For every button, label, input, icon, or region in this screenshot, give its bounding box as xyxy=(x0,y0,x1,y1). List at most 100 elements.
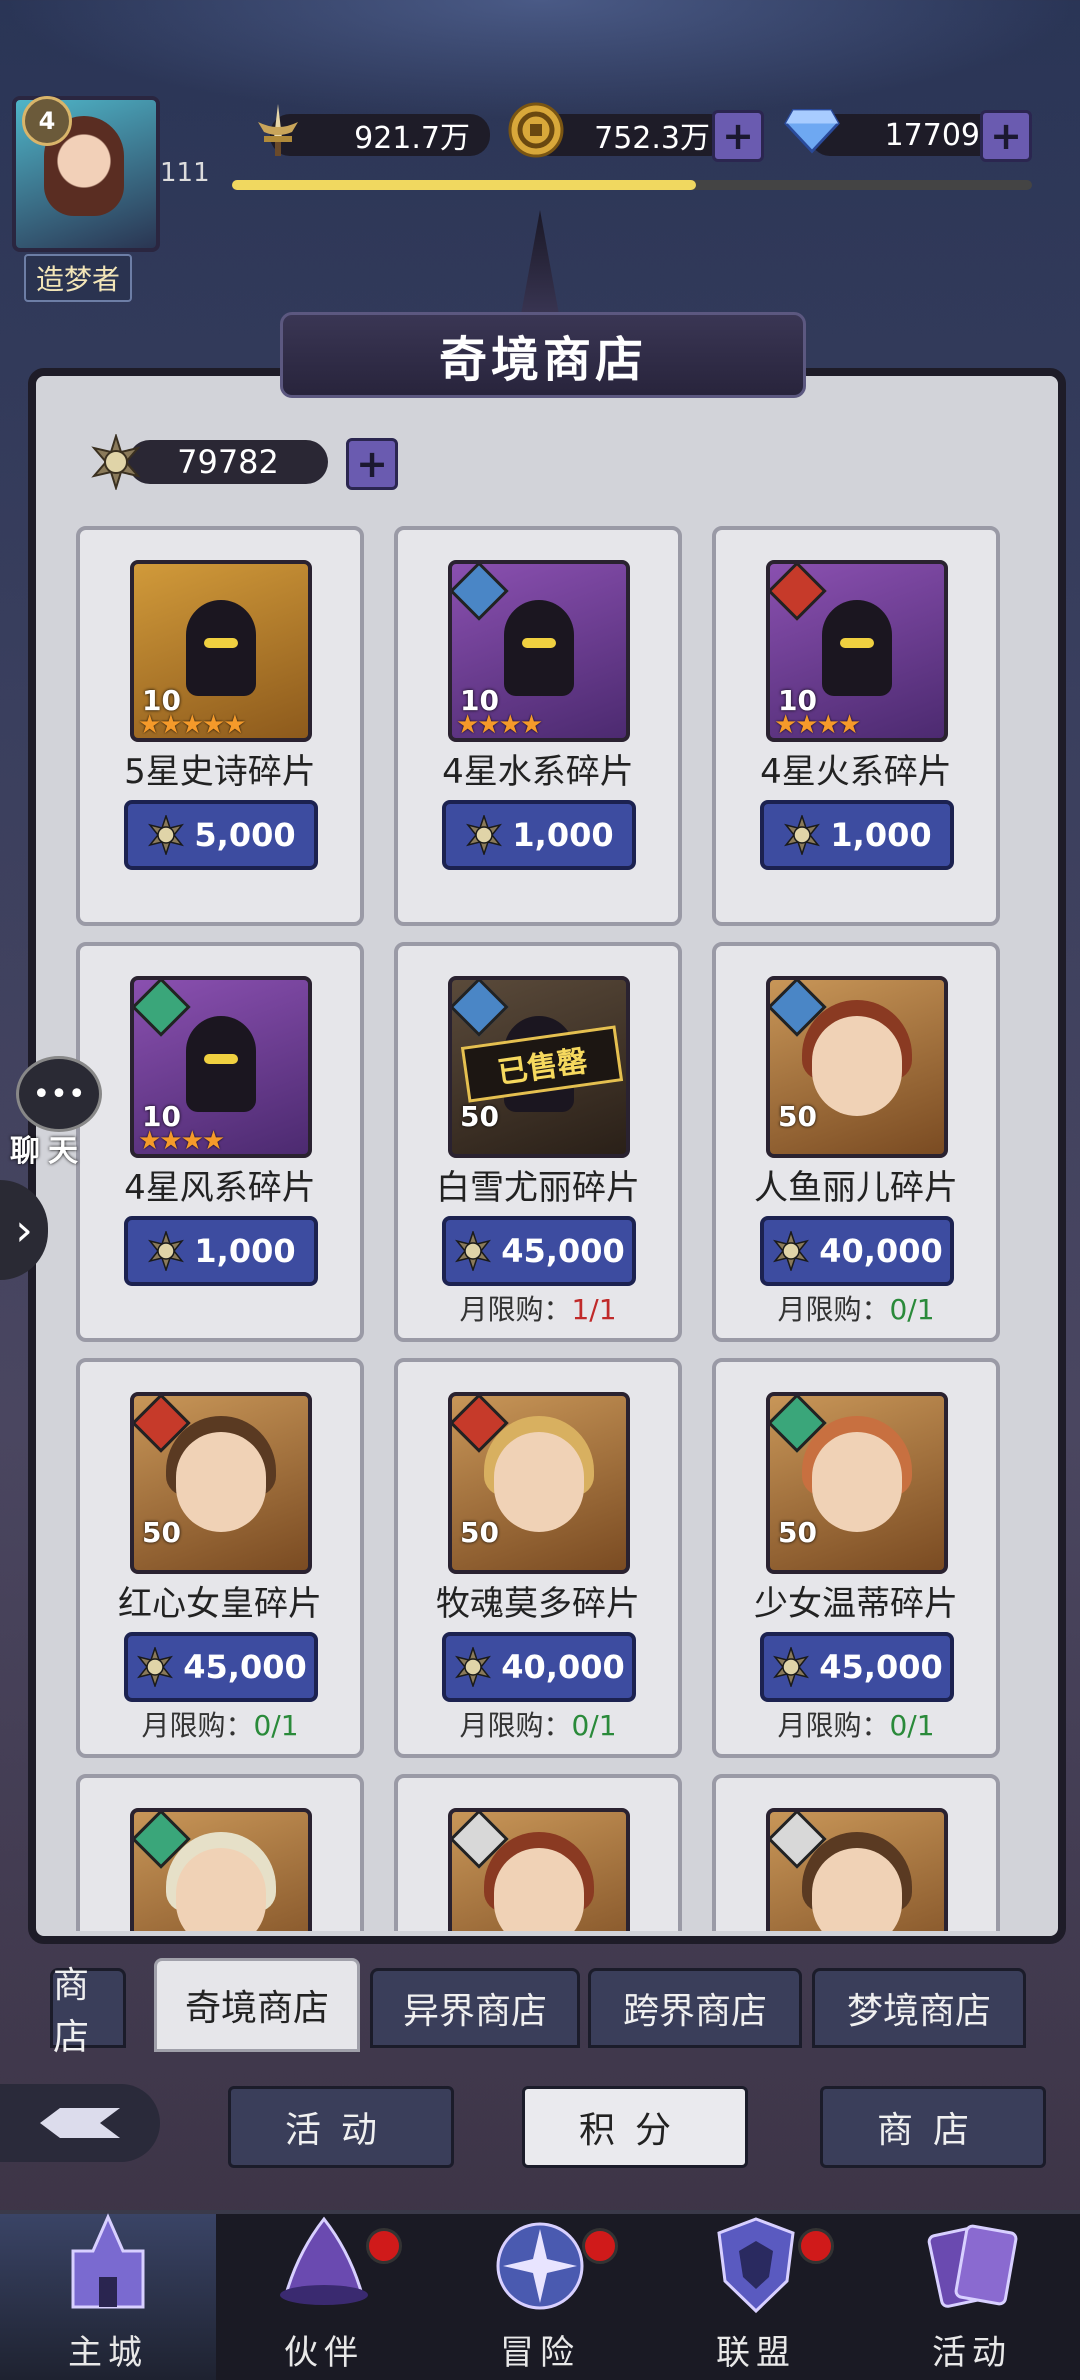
hood-eyes xyxy=(522,638,556,648)
chat-button[interactable]: ••• 聊天 xyxy=(6,1056,102,1169)
sword-icon xyxy=(250,102,306,158)
chevron-right-icon: › xyxy=(15,1204,33,1256)
wonder-coin-icon xyxy=(773,1647,810,1687)
subnav-button-1[interactable]: 积分 xyxy=(522,2086,748,2168)
monthly-limit: 月限购：0/1 xyxy=(398,1704,678,1744)
buy-button[interactable]: 45,000 xyxy=(124,1632,318,1702)
nav-item-0[interactable]: 主城 xyxy=(0,2213,216,2380)
hooded-figure-icon xyxy=(822,600,892,696)
monthly-limit-value: 1/1 xyxy=(571,1293,617,1326)
nav-item-2[interactable]: 冒险 xyxy=(432,2214,648,2380)
wonder-coin-icon xyxy=(455,1231,492,1271)
item-thumbnail: 50 xyxy=(448,1392,630,1574)
character-portrait xyxy=(812,1848,902,1931)
hood-eyes xyxy=(204,638,238,648)
level-badge: 4 xyxy=(22,96,72,146)
shop-item-card[interactable]: 50 少女温蒂碎片 45,000 月限购：0/1 xyxy=(712,1358,1000,1758)
bottom-navigation: 主城 伙伴 冒险 联盟 活动 xyxy=(0,2210,1080,2380)
buy-button[interactable]: 45,000 xyxy=(442,1216,636,1286)
nav-item-4[interactable]: 活动 xyxy=(864,2214,1080,2380)
shop-item-card[interactable]: 10 ★★★★ 4星火系碎片 1,000 xyxy=(712,526,1000,926)
shop-item-card[interactable]: 10 ★★★★ 4星水系碎片 1,000 xyxy=(394,526,682,926)
shop-item-card[interactable]: 50 红心女皇碎片 45,000 月限购：0/1 xyxy=(76,1358,364,1758)
shop-item-grid: 10 ★★★★★ 5星史诗碎片 5,000 10 ★★★★ 4星水系碎片 1,000 10 ★★★… xyxy=(76,526,1026,1931)
item-quantity: 50 xyxy=(460,1516,499,1549)
item-price: 45,000 xyxy=(819,1648,943,1686)
buy-button[interactable]: 5,000 xyxy=(124,800,318,870)
buy-button[interactable]: 1,000 xyxy=(442,800,636,870)
buy-button[interactable]: 40,000 xyxy=(442,1632,636,1702)
hooded-figure-icon xyxy=(186,1016,256,1112)
item-thumbnail: 10 ★★★★ xyxy=(130,976,312,1158)
item-name: 红心女皇碎片 xyxy=(118,1584,322,1624)
shop-tabs: 商店 奇境商店 异界商店 跨界商店 梦境商店 xyxy=(50,1958,1080,2058)
item-star-rating: ★★★★ xyxy=(456,710,543,740)
tab-2[interactable]: 异界商店 xyxy=(370,1968,580,2048)
wonder-coin-icon xyxy=(148,1231,185,1271)
top-status-bar: 4 111 造梦者 921.7万 752.3万 + 17709 + xyxy=(0,96,1080,302)
shop-panel: 79782 + 10 ★★★★★ 5星史诗碎片 5,000 10 ★★★★ 4星水系碎片 1,… xyxy=(28,368,1066,1944)
gold-coin-icon xyxy=(508,102,564,158)
exp-bar-fill xyxy=(232,180,696,190)
item-thumbnail: 10 ★★★★★ xyxy=(130,560,312,742)
item-thumbnail xyxy=(766,1808,948,1931)
shop-currency-amount: 79782 xyxy=(128,440,328,484)
buy-button[interactable]: 40,000 xyxy=(760,1216,954,1286)
shop-item-card[interactable]: 10 ★★★★ 4星风系碎片 1,000 xyxy=(76,942,364,1342)
compass-icon xyxy=(485,2211,595,2321)
item-thumbnail xyxy=(130,1808,312,1931)
shop-item-card[interactable] xyxy=(712,1774,1000,1931)
item-quantity: 50 xyxy=(142,1516,181,1549)
buy-button[interactable]: 1,000 xyxy=(760,800,954,870)
monthly-limit: 月限购：0/1 xyxy=(716,1288,996,1328)
item-name: 人鱼丽儿碎片 xyxy=(754,1168,958,1208)
item-quantity: 50 xyxy=(460,1100,499,1133)
add-gold-button[interactable]: + xyxy=(712,110,764,162)
shop-item-card[interactable]: 已售罄 50 白雪尤丽碎片 45,000 月限购：1/1 xyxy=(394,942,682,1342)
character-portrait xyxy=(176,1432,266,1532)
nav-label: 联盟 xyxy=(716,2333,796,2373)
item-name: 4星风系碎片 xyxy=(124,1168,316,1208)
cards-icon xyxy=(917,2211,1027,2321)
nav-item-1[interactable]: 伙伴 xyxy=(216,2214,432,2380)
buy-button[interactable]: 45,000 xyxy=(760,1632,954,1702)
gold-value: 752.3万 xyxy=(594,121,710,156)
water-element-icon xyxy=(452,564,509,621)
chat-label: 聊天 xyxy=(10,1134,86,1169)
tab-0[interactable]: 商店 xyxy=(50,1965,126,2058)
tab-1[interactable]: 奇境商店 xyxy=(154,1958,360,2052)
shop-item-card[interactable]: 10 ★★★★★ 5星史诗碎片 5,000 xyxy=(76,526,364,926)
monthly-limit-value: 0/1 xyxy=(889,1293,935,1326)
item-quantity: 50 xyxy=(778,1100,817,1133)
item-thumbnail xyxy=(448,1808,630,1931)
exp-bar xyxy=(232,180,1032,190)
item-name: 少女温蒂碎片 xyxy=(754,1584,958,1624)
monthly-limit: 月限购：0/1 xyxy=(80,1704,360,1744)
add-diamond-button[interactable]: + xyxy=(980,110,1032,162)
add-shop-currency-button[interactable]: + xyxy=(346,438,398,490)
power-value: 921.7万 xyxy=(354,121,470,156)
buy-button[interactable]: 1,000 xyxy=(124,1216,318,1286)
shop-title: 奇境商店 xyxy=(280,312,806,398)
nav-item-3[interactable]: 联盟 xyxy=(648,2214,864,2380)
subnav-button-0[interactable]: 活动 xyxy=(228,2086,454,2168)
subnav-button-2[interactable]: 商店 xyxy=(820,2086,1046,2168)
shop-item-card[interactable]: 50 牧魂莫多碎片 40,000 月限购：0/1 xyxy=(394,1358,682,1758)
back-button[interactable] xyxy=(0,2084,160,2162)
item-thumbnail: 50 xyxy=(766,1392,948,1574)
player-title[interactable]: 造梦者 xyxy=(24,254,132,302)
shop-item-card[interactable] xyxy=(76,1774,364,1931)
chat-bubble-icon: ••• xyxy=(16,1056,102,1132)
shop-item-card[interactable]: 50 人鱼丽儿碎片 40,000 月限购：0/1 xyxy=(712,942,1000,1342)
wizard-hat-icon xyxy=(269,2211,379,2321)
tab-4[interactable]: 梦境商店 xyxy=(812,1968,1026,2048)
monthly-limit-value: 0/1 xyxy=(253,1709,299,1742)
hooded-figure-icon xyxy=(504,600,574,696)
nav-label: 伙伴 xyxy=(284,2333,364,2373)
wonder-coin-icon xyxy=(137,1647,174,1687)
tab-3[interactable]: 跨界商店 xyxy=(588,1968,802,2048)
shop-item-card[interactable] xyxy=(394,1774,682,1931)
monthly-limit-label: 月限购： xyxy=(459,1709,572,1742)
item-thumbnail: 10 ★★★★ xyxy=(448,560,630,742)
monthly-limit-label: 月限购： xyxy=(777,1293,890,1326)
